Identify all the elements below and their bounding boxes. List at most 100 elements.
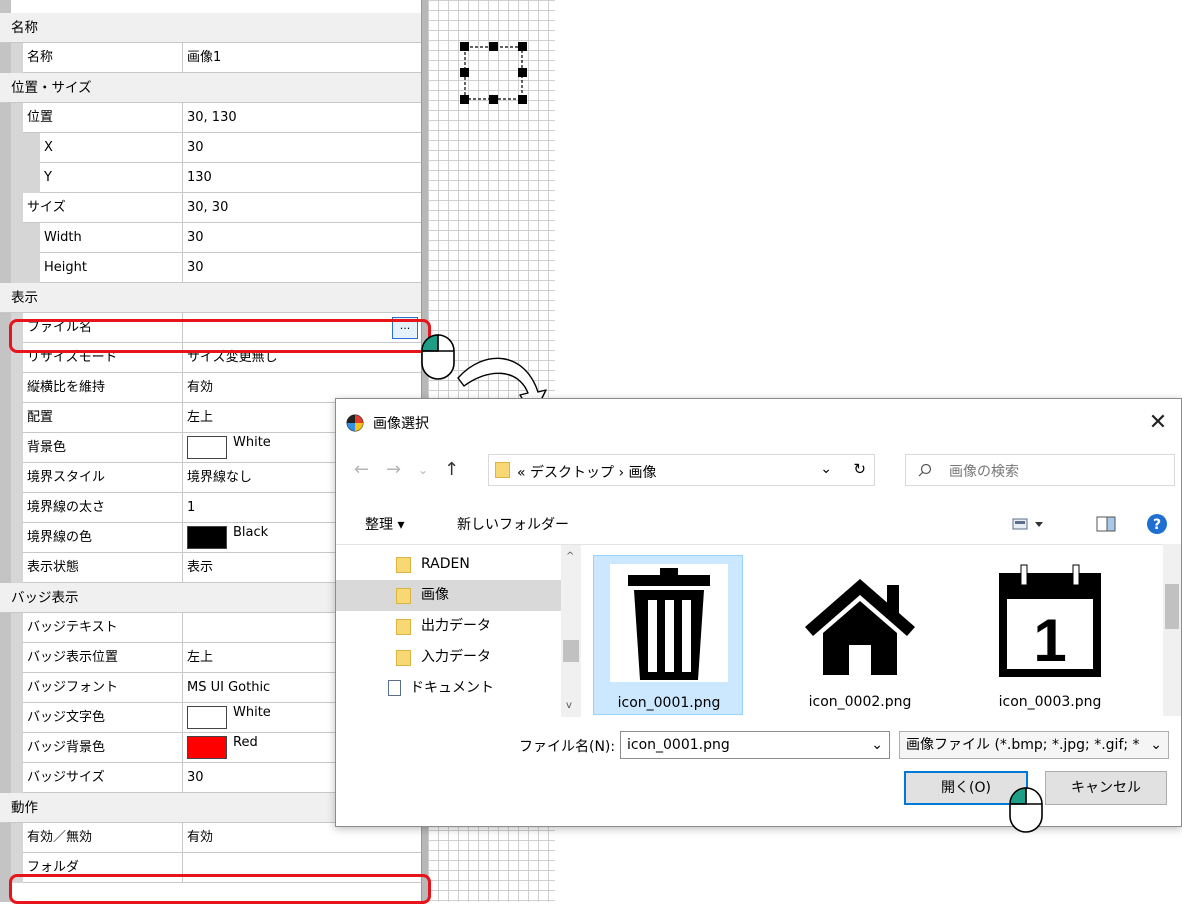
property-value[interactable]: 30, 30: [183, 193, 421, 223]
property-value[interactable]: 画像1: [183, 43, 421, 73]
file-list-pane: icon_0001.png icon_0002.png 1 icon_0003.png: [583, 544, 1163, 717]
color-swatch: [187, 706, 227, 729]
search-input[interactable]: 画像の検索: [905, 454, 1175, 486]
value-text: 表示: [187, 560, 214, 575]
property-name: バッジ表示位置: [23, 643, 183, 673]
close-icon[interactable]: ✕: [1143, 408, 1173, 438]
folder-label: RADEN: [421, 556, 470, 572]
property-category[interactable]: 表示: [0, 283, 421, 313]
folder-navigation-pane: RADEN 画像 出力データ 入力データ ドキュメント ^ v: [336, 544, 583, 717]
property-value[interactable]: 30: [183, 253, 421, 283]
dialog-title: 画像選択: [373, 416, 429, 432]
color-swatch: [187, 736, 227, 759]
color-name: Red: [233, 735, 258, 750]
property-value[interactable]: 30, 130: [183, 103, 421, 133]
property-value[interactable]: 30: [183, 223, 421, 253]
property-name: バッジ背景色: [23, 733, 183, 763]
view-options-icon[interactable]: [1012, 516, 1048, 532]
file-name: icon_0001.png: [617, 695, 721, 711]
value-text: 画像1: [187, 50, 222, 65]
value-text: 30: [187, 260, 204, 275]
help-icon[interactable]: ?: [1146, 513, 1168, 535]
filename-input[interactable]: icon_0001.png ⌄: [620, 731, 890, 759]
property-row[interactable]: Y 130: [0, 163, 421, 193]
dialog-titlebar: 画像選択 ✕: [336, 399, 1181, 449]
property-value[interactable]: 30: [183, 133, 421, 163]
property-category[interactable]: 名称: [0, 13, 421, 43]
highlight-filename-row: [9, 319, 431, 353]
svg-text:1: 1: [1033, 607, 1066, 674]
property-name: 背景色: [23, 433, 183, 463]
property-name: サイズ: [23, 193, 183, 223]
property-row[interactable]: 有効／無効 有効: [0, 823, 421, 853]
mouse-click-icon: [1009, 787, 1043, 833]
value-text: 左上: [187, 650, 214, 665]
search-placeholder: 画像の検索: [949, 464, 1019, 480]
folder-item[interactable]: ドキュメント: [336, 673, 566, 704]
folder-item[interactable]: 画像: [336, 580, 566, 611]
address-path: « デスクトップ › 画像: [517, 465, 657, 481]
indent-gutter: [11, 493, 23, 523]
filetype-select[interactable]: 画像ファイル (*.bmp; *.jpg; *.gif; * ⌄: [899, 731, 1169, 759]
house-icon: [801, 563, 919, 681]
files-scrollbar[interactable]: [1163, 544, 1181, 716]
property-category[interactable]: 位置・サイズ: [0, 73, 421, 103]
value-text: MS UI Gothic: [187, 680, 271, 695]
filename-label: ファイル名(N):: [519, 739, 616, 755]
property-name: 境界線の色: [23, 523, 183, 553]
category-label: 名称: [11, 20, 38, 36]
color-swatch: [187, 436, 227, 459]
value-text: 30, 30: [187, 200, 229, 215]
new-folder-button[interactable]: 新しいフォルダー: [457, 514, 569, 534]
file-name: icon_0002.png: [808, 694, 912, 710]
highlight-folder-row: [9, 874, 431, 904]
property-row[interactable]: サイズ 30, 30: [0, 193, 421, 223]
app-icon: [346, 414, 364, 432]
property-value[interactable]: 有効: [183, 823, 421, 853]
indent-gutter: [11, 733, 23, 763]
property-name: X: [40, 133, 183, 163]
property-row[interactable]: Height 30: [0, 253, 421, 283]
property-name: 縦横比を維持: [23, 373, 183, 403]
up-arrow-icon[interactable]: ↑: [444, 459, 459, 480]
value-text: 130: [187, 170, 212, 185]
value-text: 左上: [187, 410, 214, 425]
back-arrow-icon[interactable]: ←: [354, 459, 369, 480]
color-name: White: [233, 705, 271, 720]
property-row[interactable]: 名称 画像1: [0, 43, 421, 73]
property-name: Y: [40, 163, 183, 193]
folder-icon: [396, 619, 411, 635]
cancel-button[interactable]: キャンセル: [1045, 771, 1167, 805]
property-name: 有効／無効: [23, 823, 183, 853]
selected-image-control[interactable]: [460, 42, 527, 104]
organize-menu[interactable]: 整理 ▾: [365, 514, 404, 534]
indent-gutter: [11, 253, 40, 283]
forward-arrow-icon[interactable]: →: [386, 459, 401, 480]
category-label: 表示: [11, 290, 38, 306]
nav-scrollbar[interactable]: ^ v: [561, 545, 581, 717]
property-row[interactable]: Width 30: [0, 223, 421, 253]
property-name: 境界スタイル: [23, 463, 183, 493]
folder-item[interactable]: RADEN: [336, 549, 566, 580]
indent-gutter: [11, 823, 23, 853]
file-item[interactable]: icon_0001.png: [593, 555, 743, 715]
file-item[interactable]: icon_0002.png: [785, 555, 935, 715]
chevron-down-icon[interactable]: ⌄: [1148, 732, 1162, 758]
file-item[interactable]: 1 icon_0003.png: [975, 555, 1125, 715]
folder-item[interactable]: 出力データ: [336, 611, 566, 642]
refresh-icon[interactable]: ↻: [853, 460, 866, 478]
indent-gutter: [11, 433, 23, 463]
chevron-down-icon[interactable]: ⌄: [871, 732, 883, 758]
indent-gutter: [11, 613, 23, 643]
address-bar[interactable]: « デスクトップ › 画像 ⌄ ↻: [488, 454, 875, 486]
property-value[interactable]: 130: [183, 163, 421, 193]
preview-pane-icon[interactable]: [1096, 516, 1116, 532]
indent-gutter: [11, 163, 40, 193]
filename-row: ファイル名(N): icon_0001.png ⌄ 画像ファイル (*.bmp;…: [336, 729, 1181, 761]
property-row[interactable]: X 30: [0, 133, 421, 163]
address-dropdown-icon[interactable]: ⌄: [820, 461, 832, 477]
folder-item[interactable]: 入力データ: [336, 642, 566, 673]
property-name: バッジフォント: [23, 673, 183, 703]
property-row[interactable]: 位置 30, 130: [0, 103, 421, 133]
recent-locations-icon[interactable]: ⌄: [418, 463, 428, 477]
